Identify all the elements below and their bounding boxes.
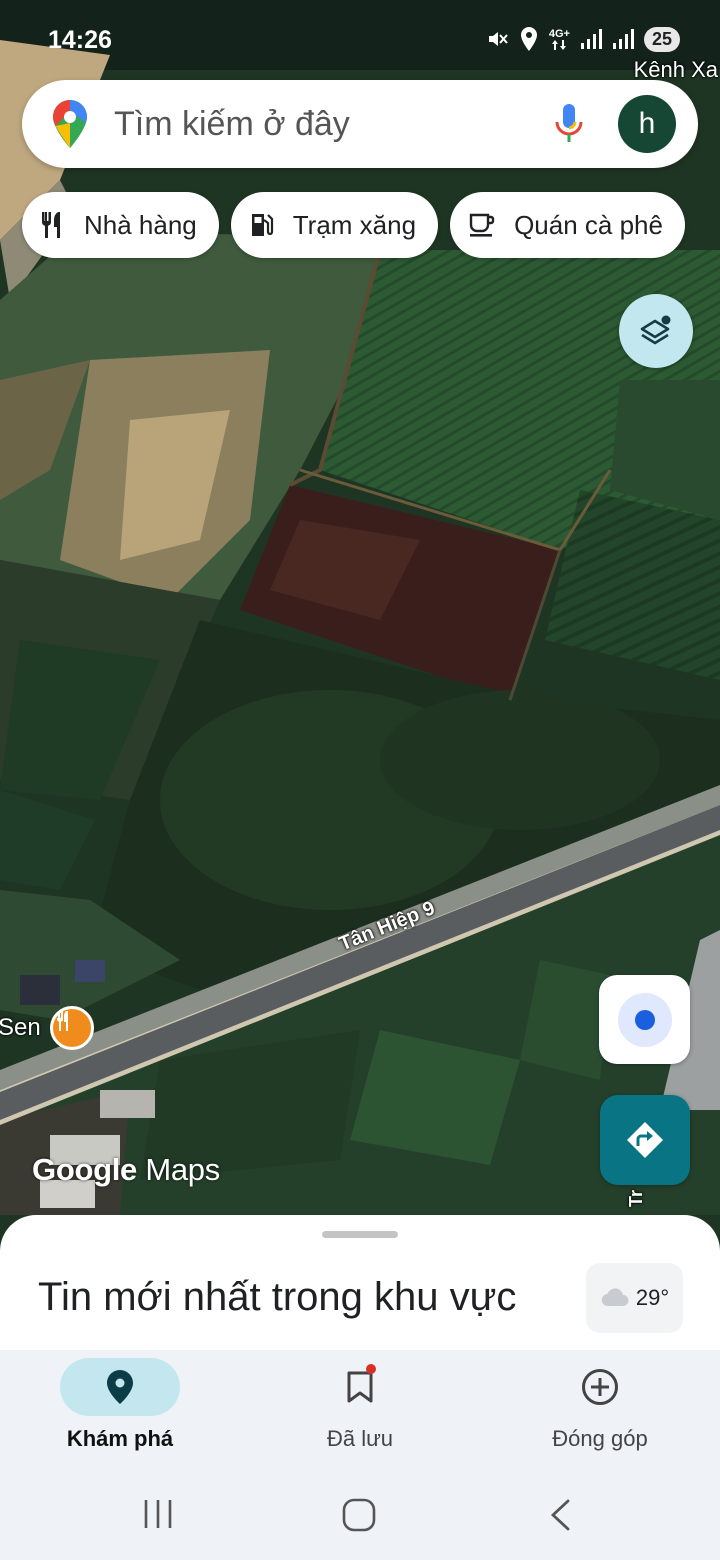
network-indicator: 4G+: [548, 27, 570, 50]
map-label-side-road: Tr: [626, 1189, 647, 1208]
google-maps-watermark: Google Maps: [32, 1152, 220, 1188]
back-icon[interactable]: [548, 1498, 574, 1532]
nav-saved[interactable]: Đã lưu: [240, 1350, 480, 1470]
directions-button[interactable]: [600, 1095, 690, 1185]
nav-explore[interactable]: Khám phá: [0, 1350, 240, 1470]
nav-contribute-icon-wrap: [540, 1358, 660, 1416]
chip-label: Nhà hàng: [84, 209, 197, 240]
watermark-maps: Maps: [145, 1152, 220, 1187]
my-location-button[interactable]: [599, 975, 690, 1064]
my-location-icon: [617, 992, 672, 1047]
map-label-poi[interactable]: Sen: [0, 1014, 41, 1042]
location-icon: [520, 27, 537, 51]
network-type: 4G+: [548, 27, 570, 40]
status-time: 14:26: [48, 26, 112, 54]
explore-pin-icon: [107, 1370, 133, 1404]
restaurant-poi-pin[interactable]: [50, 1006, 94, 1050]
mute-icon: [488, 32, 508, 46]
notification-dot: [366, 1364, 376, 1374]
nav-contribute[interactable]: Đóng góp: [480, 1350, 720, 1470]
chip-label: Quán cà phê: [514, 209, 663, 240]
system-navigation-bar: [0, 1470, 720, 1560]
home-icon[interactable]: [342, 1498, 376, 1532]
watermark-google: Google: [32, 1152, 137, 1187]
category-chips: Nhà hàng Trạm xăng Quán cà phê: [22, 192, 685, 258]
signal-icon: [612, 29, 634, 49]
nav-saved-icon-wrap: [300, 1358, 420, 1416]
chip-restaurants[interactable]: Nhà hàng: [22, 192, 219, 258]
restaurant-icon: [57, 1011, 68, 1031]
layers-icon: [640, 315, 671, 345]
battery-level: 25: [643, 26, 680, 52]
cafe-icon: [469, 213, 495, 237]
sheet-drag-handle[interactable]: [322, 1231, 398, 1238]
google-maps-logo-icon: [53, 100, 87, 148]
status-icons: 4G+ 25: [485, 26, 680, 52]
weather-chip[interactable]: 29°: [586, 1263, 683, 1333]
chip-gas-stations[interactable]: Trạm xăng: [230, 192, 439, 258]
bottom-navigation: Khám phá Đã lưu Đóng góp: [0, 1350, 720, 1470]
signal-icon: [580, 29, 602, 49]
data-arrows-icon: [552, 39, 567, 50]
temperature: 29°: [635, 1285, 670, 1310]
nav-contribute-label: Đóng góp: [552, 1426, 648, 1451]
map-layers-button[interactable]: [619, 294, 693, 368]
add-circle-icon: [582, 1369, 618, 1405]
nav-saved-label: Đã lưu: [326, 1426, 394, 1451]
sheet-headline: Tin mới nhất trong khu vực: [38, 1275, 517, 1319]
bottom-sheet[interactable]: Tin mới nhất trong khu vực 29°: [0, 1215, 720, 1355]
cloud-icon: [601, 1288, 629, 1307]
search-bar[interactable]: Tìm kiếm ở đây h: [22, 80, 698, 168]
recent-apps-icon[interactable]: [142, 1498, 174, 1530]
gas-station-icon: [251, 214, 273, 236]
bookmark-icon: [347, 1371, 373, 1403]
search-input[interactable]: Tìm kiếm ở đây: [114, 105, 554, 144]
microphone-icon[interactable]: [554, 102, 584, 146]
location-dot: [634, 1009, 655, 1030]
account-avatar[interactable]: h: [618, 95, 676, 153]
nav-explore-label: Khám phá: [66, 1426, 174, 1451]
nav-explore-icon-wrap: [60, 1358, 180, 1416]
chip-label: Trạm xăng: [292, 209, 417, 240]
restaurant-icon: [42, 212, 60, 238]
chip-cafes[interactable]: Quán cà phê: [450, 192, 685, 258]
directions-icon: [627, 1122, 663, 1158]
status-bar: 14:26 4G+ 25: [0, 0, 720, 72]
